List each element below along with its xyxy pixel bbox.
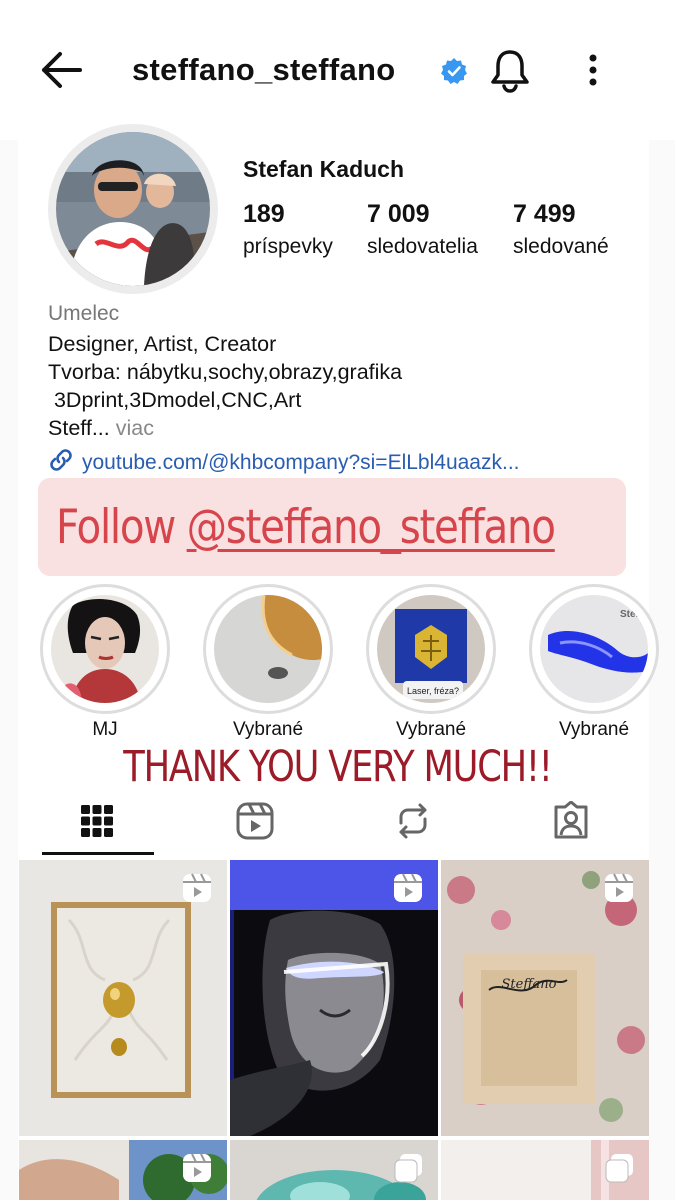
- bio-more-link[interactable]: viac: [110, 416, 154, 440]
- highlight-vybrane-2[interactable]: Laser, fréza? Vybrané: [366, 584, 496, 741]
- highlight-vybrane-3[interactable]: Steffa Vybrané: [529, 584, 659, 741]
- active-tab-indicator: [42, 852, 154, 855]
- posts-label: príspevky: [243, 235, 333, 258]
- reels-icon: [235, 801, 275, 846]
- highlight-cover: [214, 595, 322, 703]
- following-label: sledované: [513, 235, 609, 258]
- follow-banner-text: Follow @steffano_steffano: [56, 499, 556, 555]
- profile-avatar[interactable]: [48, 124, 218, 294]
- bio-line-2: Tvorba: nábytku,sochy,obrazy,grafika: [48, 360, 403, 384]
- username-title: steffano_steffano: [132, 52, 396, 87]
- post-overlay-text: Steffano: [502, 977, 557, 992]
- highlight-ring: [40, 584, 170, 714]
- reel-icon: [603, 872, 635, 904]
- link-text: youtube.com/@khbcompany?si=ElLbl4uaazk..…: [82, 451, 520, 474]
- reposts-icon: [393, 801, 433, 846]
- grid-post[interactable]: [230, 1140, 438, 1200]
- followers-stat[interactable]: 7 009 sledovatelia: [367, 200, 478, 259]
- profile-full-name: Stefan Kaduch: [243, 156, 405, 182]
- reel-icon: [392, 872, 424, 904]
- profile-category: Umelec: [48, 302, 120, 325]
- notification-bell-icon[interactable]: [488, 48, 532, 94]
- link-icon: [48, 447, 74, 479]
- highlight-ring: Laser, fréza?: [366, 584, 496, 714]
- highlight-cover: Steffa: [540, 595, 648, 703]
- tab-reposts[interactable]: [334, 790, 492, 856]
- follow-banner: Follow @steffano_steffano: [38, 478, 626, 576]
- posts-stat[interactable]: 189 príspevky: [243, 200, 333, 259]
- followers-count: 7 009: [367, 200, 430, 228]
- bio-truncated-text: Steff...: [48, 416, 110, 440]
- bio-line-1: Designer, Artist, Creator: [48, 332, 277, 356]
- bio-line-3: 3Dprint,3Dmodel,CNC,Art: [48, 388, 302, 412]
- verified-badge-icon: [440, 57, 468, 85]
- tab-posts-grid[interactable]: [18, 790, 176, 856]
- tab-tagged[interactable]: [492, 790, 650, 856]
- highlight-label: MJ: [92, 719, 118, 740]
- tagged-icon: [551, 800, 591, 846]
- highlight-cover: [51, 595, 159, 703]
- following-count: 7 499: [513, 200, 576, 228]
- highlight-mj[interactable]: MJ: [40, 584, 170, 741]
- posts-count: 189: [243, 200, 285, 228]
- bio-line-4: Steff... viac: [48, 416, 154, 441]
- profile-header: steffano_steffano: [0, 0, 675, 140]
- follow-prefix: Follow: [56, 499, 187, 555]
- highlight-label: Vybrané: [395, 719, 467, 740]
- carousel-icon: [392, 1152, 424, 1184]
- highlight-overlay-text: Laser, fréza?: [407, 686, 459, 696]
- grid-post[interactable]: [441, 1140, 649, 1200]
- left-edge: [0, 140, 18, 1200]
- grid-post[interactable]: [230, 860, 438, 1136]
- grid-post[interactable]: [19, 860, 227, 1136]
- highlight-label: Vybrané: [558, 719, 630, 740]
- followers-label: sledovatelia: [367, 235, 478, 258]
- tab-reels[interactable]: [176, 790, 334, 856]
- following-stat[interactable]: 7 499 sledované: [513, 200, 609, 259]
- avatar-photo: [56, 132, 210, 286]
- profile-link[interactable]: youtube.com/@khbcompany?si=ElLbl4uaazk..…: [48, 447, 519, 479]
- carousel-icon: [603, 1152, 635, 1184]
- grid-icon: [79, 803, 115, 844]
- highlight-ring: [203, 584, 333, 714]
- reel-icon: [181, 1152, 213, 1184]
- grid-post[interactable]: Steffano: [441, 860, 649, 1136]
- highlight-label: Vybrané: [232, 719, 304, 740]
- more-options-icon[interactable]: [578, 50, 608, 90]
- reel-icon: [181, 872, 213, 904]
- thank-you-overlay-text: THANK YOU VERY MUCH!!: [123, 742, 553, 792]
- follow-handle: @steffano_steffano: [186, 499, 556, 555]
- back-arrow-icon[interactable]: [36, 48, 86, 92]
- highlight-cover: Laser, fréza?: [377, 595, 485, 703]
- highlight-overlay-text: Steffa: [620, 609, 648, 620]
- highlight-ring: Steffa: [529, 584, 659, 714]
- profile-tabs: [16, 790, 650, 856]
- grid-post[interactable]: [19, 1140, 227, 1200]
- highlight-vybrane-1[interactable]: Vybrané: [203, 584, 333, 741]
